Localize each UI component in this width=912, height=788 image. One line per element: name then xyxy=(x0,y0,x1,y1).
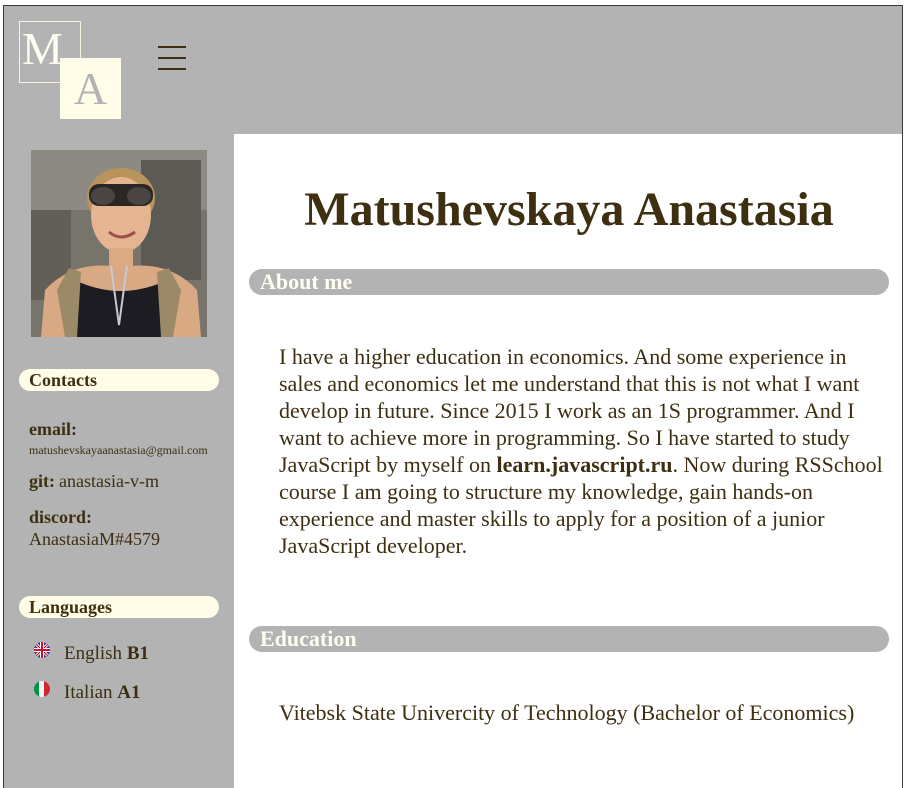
contacts-block: email: matushevskayaanastasia@gmail.com … xyxy=(29,418,229,550)
git-value[interactable]: anastasia-v-m xyxy=(59,471,159,491)
git-label: git: xyxy=(29,471,55,491)
header: M A xyxy=(4,6,902,134)
italy-flag-icon xyxy=(34,680,50,697)
discord-value[interactable]: AnastasiaM#4579 xyxy=(29,528,229,550)
burger-line xyxy=(158,57,186,59)
page-title: Matushevskaya Anastasia xyxy=(304,183,834,236)
language-item-italian: Italian A1 xyxy=(34,680,141,704)
git-row: git: anastasia-v-m xyxy=(29,470,229,494)
page-frame: M A Contacts email: matushevskayaanastas… xyxy=(3,5,903,788)
sidebar: Contacts email: matushevskayaanastasia@g… xyxy=(4,134,233,788)
languages-title: Languages xyxy=(19,596,219,618)
language-level: A1 xyxy=(117,682,141,703)
logo-letter-a[interactable]: A xyxy=(60,58,121,119)
education-section-title: Education xyxy=(249,626,889,652)
language-item-english: English B1 xyxy=(34,641,149,665)
education-text: Vitebsk State Univercity of Technology (… xyxy=(279,700,855,725)
email-label: email: xyxy=(29,419,77,439)
hamburger-menu-icon[interactable] xyxy=(158,46,186,72)
burger-line xyxy=(158,46,186,48)
about-section-title: About me xyxy=(249,269,889,295)
learn-javascript-link[interactable]: learn.javascript.ru xyxy=(497,452,673,477)
discord-label: discord: xyxy=(29,507,92,527)
email-value[interactable]: matushevskayaanastasia@gmail.com xyxy=(29,439,229,461)
profile-photo-image xyxy=(31,150,207,337)
uk-flag-icon xyxy=(34,641,50,658)
about-text: I have a higher education in economics. … xyxy=(279,343,884,559)
contacts-title: Contacts xyxy=(19,369,219,391)
main-content: Matushevskaya Anastasia About me I have … xyxy=(234,134,902,788)
language-name: English xyxy=(64,643,123,664)
profile-photo xyxy=(31,150,207,337)
burger-line xyxy=(158,68,186,70)
language-level: B1 xyxy=(126,643,149,664)
language-name: Italian xyxy=(64,682,113,703)
